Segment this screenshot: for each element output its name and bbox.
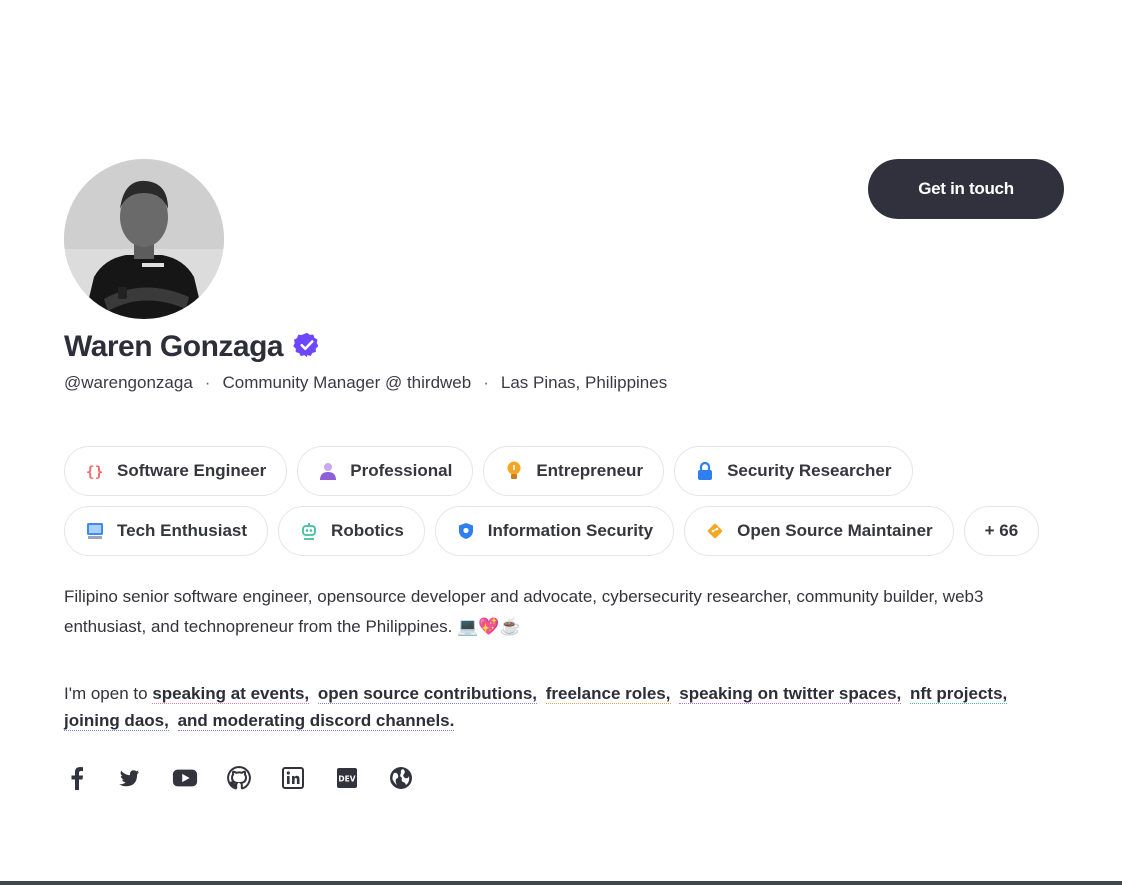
profile-name: Waren Gonzaga bbox=[64, 330, 284, 363]
avatar-photo bbox=[64, 159, 224, 319]
lightbulb-icon bbox=[504, 461, 524, 481]
chip-more-label: + 66 bbox=[984, 521, 1019, 540]
linkedin-icon[interactable] bbox=[280, 763, 306, 793]
chip-security-researcher[interactable]: Security Researcher bbox=[674, 446, 913, 496]
chip-label: Entrepreneur bbox=[536, 461, 644, 480]
profile-name-row: Waren Gonzaga bbox=[64, 330, 321, 364]
chip-label: Open Source Maintainer bbox=[737, 521, 933, 540]
profile-avatar bbox=[64, 159, 224, 319]
open-to-joining-daos[interactable]: joining daos, bbox=[64, 711, 169, 731]
chip-entrepreneur[interactable]: Entrepreneur bbox=[483, 446, 665, 496]
meta-separator: · bbox=[204, 373, 211, 392]
computer-icon bbox=[85, 521, 105, 541]
tag-chips: {} Software Engineer Professional Entrep… bbox=[64, 446, 1064, 566]
bio-text: Filipino senior software engineer, opens… bbox=[64, 587, 984, 636]
dev-icon[interactable]: DEV bbox=[334, 763, 360, 793]
github-icon[interactable] bbox=[226, 763, 252, 793]
svg-text:DEV: DEV bbox=[338, 775, 355, 784]
open-to-moderating-discord[interactable]: and moderating discord channels. bbox=[177, 711, 455, 731]
open-to-speaking-at-events[interactable]: speaking at events, bbox=[152, 684, 310, 704]
chip-label: Tech Enthusiast bbox=[117, 521, 248, 540]
chip-software-engineer[interactable]: {} Software Engineer bbox=[64, 446, 288, 496]
bio-emojis: 💻💖☕ bbox=[457, 617, 521, 636]
chip-label: Information Security bbox=[487, 521, 654, 540]
profile-meta: @warengonzaga · Community Manager @ thir… bbox=[64, 373, 667, 393]
profile-role: Community Manager @ thirdweb bbox=[222, 373, 472, 392]
footer-divider bbox=[0, 881, 1122, 885]
chip-label: Security Researcher bbox=[727, 461, 892, 480]
twitter-icon[interactable] bbox=[118, 763, 144, 793]
chip-professional[interactable]: Professional bbox=[297, 446, 474, 496]
chip-tech-enthusiast[interactable]: Tech Enthusiast bbox=[64, 506, 269, 556]
chip-information-security[interactable]: Information Security bbox=[434, 506, 675, 556]
chip-row: Tech Enthusiast Robotics Information Sec… bbox=[64, 506, 1064, 556]
chip-row: {} Software Engineer Professional Entrep… bbox=[64, 446, 1064, 496]
lock-icon bbox=[695, 461, 715, 481]
meta-separator: · bbox=[483, 373, 489, 392]
chip-label: Robotics bbox=[331, 521, 404, 540]
social-links: DEV bbox=[64, 763, 414, 793]
globe-icon[interactable] bbox=[388, 763, 414, 793]
chip-label: Software Engineer bbox=[117, 461, 267, 480]
person-icon bbox=[318, 461, 338, 481]
svg-text:{}: {} bbox=[86, 464, 104, 480]
shield-icon bbox=[456, 521, 476, 541]
get-in-touch-button[interactable]: Get in touch bbox=[868, 159, 1064, 219]
chip-robotics[interactable]: Robotics bbox=[278, 506, 425, 556]
chip-label: Professional bbox=[350, 461, 453, 480]
open-to-freelance[interactable]: freelance roles, bbox=[545, 684, 671, 704]
open-to-open-source[interactable]: open source contributions, bbox=[317, 684, 538, 704]
youtube-icon[interactable] bbox=[172, 763, 198, 793]
open-to-twitter-spaces[interactable]: speaking on twitter spaces, bbox=[679, 684, 902, 704]
chip-open-source-maintainer[interactable]: Open Source Maintainer bbox=[684, 506, 954, 556]
open-to-section: I'm open to speaking at events, open sou… bbox=[64, 680, 1054, 734]
facebook-icon[interactable] bbox=[64, 763, 90, 793]
profile-bio: Filipino senior software engineer, opens… bbox=[64, 582, 1054, 642]
open-to-nft-projects[interactable]: nft projects, bbox=[909, 684, 1008, 704]
verified-badge-icon bbox=[293, 331, 321, 364]
git-icon bbox=[705, 521, 725, 541]
chip-more[interactable]: + 66 bbox=[963, 506, 1040, 556]
open-to-prefix: I'm open to bbox=[64, 684, 148, 703]
code-braces-icon: {} bbox=[85, 461, 105, 481]
profile-location: Las Pinas, Philippines bbox=[500, 373, 668, 392]
profile-handle: @warengonzaga bbox=[64, 373, 193, 392]
robot-icon bbox=[299, 521, 319, 541]
